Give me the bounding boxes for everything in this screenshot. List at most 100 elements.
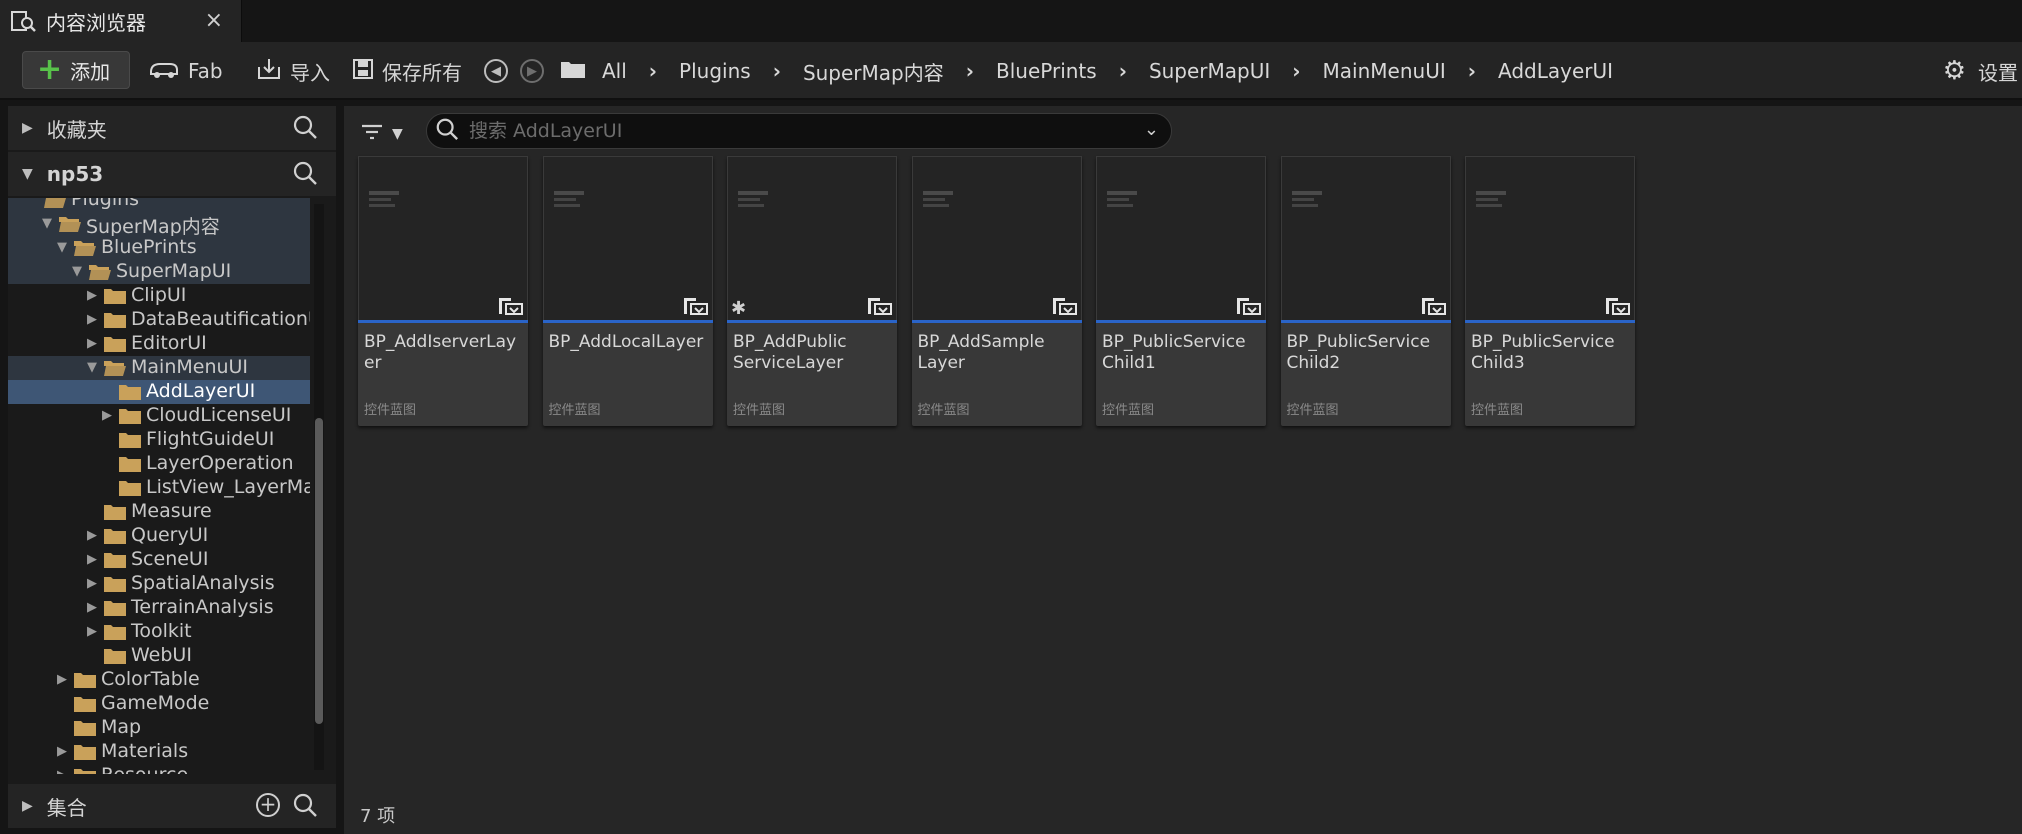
tree-item-webui[interactable]: WebUI — [8, 644, 310, 668]
filter-button[interactable]: ▼ — [360, 116, 406, 152]
folder-icon — [73, 743, 97, 761]
folder-icon[interactable] — [560, 59, 586, 83]
breadcrumb-supermap-content[interactable]: SuperMap内容 — [803, 57, 944, 86]
folder-open-icon — [43, 198, 67, 209]
settings-button[interactable]: ⚙ 设置 — [1943, 56, 2018, 86]
tree-item-plugins[interactable]: Plugins — [8, 198, 310, 212]
search-input[interactable] — [469, 120, 1119, 142]
folder-open-icon — [73, 239, 97, 257]
breadcrumb-blueprints[interactable]: BluePrints — [996, 59, 1097, 83]
chevron-right-icon[interactable]: › — [773, 59, 781, 83]
tree-item-spatialanalysis[interactable]: ▶ SpatialAnalysis — [8, 572, 310, 596]
tree-item-colortable[interactable]: ▶ ColorTable — [8, 668, 310, 692]
widget-blueprint-icon — [1236, 296, 1262, 320]
breadcrumb-plugins[interactable]: Plugins — [679, 59, 751, 83]
asset-tile[interactable]: BP_PublicService Child2 控件蓝图 — [1280, 156, 1451, 426]
tree-item-terrainanalysis[interactable]: ▶ TerrainAnalysis — [8, 596, 310, 620]
tree-item-sceneui[interactable]: ▶ SceneUI — [8, 548, 310, 572]
tree-item-queryui[interactable]: ▶ QueryUI — [8, 524, 310, 548]
save-icon — [352, 58, 374, 85]
chevron-right-icon[interactable]: › — [649, 59, 657, 83]
chevron-right-icon[interactable]: › — [966, 59, 974, 83]
tree-item-cloudlicenseui[interactable]: ▶ CloudLicenseUI — [8, 404, 310, 428]
asset-tile[interactable]: BP_AddIserverLayer 控件蓝图 — [358, 156, 528, 426]
tree-item-materials[interactable]: ▶ Materials — [8, 740, 310, 764]
favorites-header[interactable]: ▶ 收藏夹 — [8, 106, 336, 150]
folder-icon — [118, 431, 142, 449]
chevron-right-icon[interactable]: › — [1468, 59, 1476, 83]
tree-item-label: WebUI — [131, 644, 192, 666]
tree-item-supermap-[interactable]: ▼ SuperMap内容 — [8, 212, 310, 238]
tree-item-measure[interactable]: Measure — [8, 500, 310, 524]
asset-tile[interactable]: BP_AddSample Layer 控件蓝图 — [911, 156, 1082, 426]
expand-arrow-icon[interactable]: ▶ — [87, 336, 97, 351]
forward-icon[interactable]: ▶ — [520, 59, 544, 83]
import-button[interactable]: 导入 — [256, 56, 330, 86]
widget-preview-icon — [922, 191, 963, 217]
asset-tile[interactable]: BP_AddLocalLayer 控件蓝图 — [542, 156, 713, 426]
tree-item-map[interactable]: Map — [8, 716, 310, 740]
expand-arrow-icon[interactable]: ▶ — [87, 312, 97, 327]
asset-tile[interactable]: BP_PublicService Child3 控件蓝图 — [1465, 156, 1635, 426]
chevron-right-icon[interactable]: › — [1119, 59, 1127, 83]
breadcrumb-all[interactable]: All — [602, 59, 627, 83]
collapse-arrow-icon[interactable]: ▼ — [87, 360, 97, 375]
asset-name: BP_AddSample Layer — [917, 332, 1045, 373]
search-icon — [435, 117, 459, 145]
expand-arrow-icon[interactable]: ▶ — [57, 768, 67, 774]
tree-item-supermapui[interactable]: ▼ SuperMapUI — [8, 260, 310, 284]
breadcrumb-addlayerui[interactable]: AddLayerUI — [1498, 59, 1613, 83]
tree-item-flightguideui[interactable]: FlightGuideUI — [8, 428, 310, 452]
add-button[interactable]: + 添加 — [22, 51, 130, 89]
back-icon[interactable]: ◀ — [484, 59, 508, 83]
add-collection-icon[interactable]: + — [256, 793, 280, 817]
chevron-down-icon[interactable]: ⌄ — [1144, 119, 1159, 140]
asset-tile[interactable]: ✱ BP_AddPublic ServiceLayer 控件蓝图 — [727, 156, 897, 426]
tree-item-editorui[interactable]: ▶ EditorUI — [8, 332, 310, 356]
fab-button[interactable]: Fab — [148, 56, 223, 86]
tree-item-addlayerui[interactable]: AddLayerUI — [8, 380, 310, 404]
chevron-right-icon[interactable]: › — [1292, 59, 1300, 83]
tree-item-label: SuperMap内容 — [86, 216, 220, 238]
asset-name: BP_PublicService Child1 — [1102, 332, 1246, 373]
expand-arrow-icon[interactable]: ▶ — [87, 624, 97, 639]
tree-item-label: DataBeautificationU — [131, 308, 310, 330]
search-icon[interactable] — [292, 114, 318, 145]
save-all-button[interactable]: 保存所有 — [352, 56, 462, 86]
tree-item-listview-layerma[interactable]: ListView_LayerMa — [8, 476, 310, 500]
project-header[interactable]: ▼ np53 — [8, 152, 336, 196]
tab-content-browser[interactable]: 内容浏览器 × — [0, 0, 242, 42]
search-box[interactable]: ⌄ — [426, 113, 1172, 149]
asset-type-label: 控件蓝图 — [1286, 403, 1339, 418]
add-button-label: 添加 — [70, 59, 111, 84]
scrollbar-thumb[interactable] — [315, 418, 323, 724]
tree-item-databeautificationu[interactable]: ▶ DataBeautificationU — [8, 308, 310, 332]
tree-item-toolkit[interactable]: ▶ Toolkit — [8, 620, 310, 644]
tree-item-blueprints[interactable]: ▼ BluePrints — [8, 236, 310, 260]
asset-tile[interactable]: BP_PublicService Child1 控件蓝图 — [1096, 156, 1266, 426]
collapse-arrow-icon[interactable]: ▼ — [42, 216, 52, 231]
tree-scrollbar[interactable] — [314, 204, 324, 770]
gear-icon: ⚙ — [1942, 56, 1966, 86]
tree-item-gamemode[interactable]: GameMode — [8, 692, 310, 716]
collapse-arrow-icon[interactable]: ▼ — [57, 240, 67, 255]
breadcrumb-mainmenuui[interactable]: MainMenuUI — [1323, 59, 1446, 83]
breadcrumb-supermapui[interactable]: SuperMapUI — [1149, 59, 1270, 83]
expand-arrow-icon[interactable]: ▶ — [87, 576, 97, 591]
tree-item-layeroperation[interactable]: LayerOperation — [8, 452, 310, 476]
expand-arrow-icon[interactable]: ▶ — [87, 600, 97, 615]
search-icon[interactable] — [292, 160, 318, 191]
expand-arrow-icon[interactable]: ▶ — [57, 672, 67, 687]
expand-arrow-icon[interactable]: ▶ — [87, 528, 97, 543]
expand-arrow-icon[interactable]: ▶ — [87, 288, 97, 303]
search-icon[interactable] — [292, 792, 318, 823]
expand-arrow-icon[interactable]: ▶ — [57, 744, 67, 759]
close-icon[interactable]: × — [205, 8, 223, 33]
collapse-arrow-icon[interactable]: ▼ — [72, 264, 82, 279]
tree-item-mainmenuui[interactable]: ▼ MainMenuUI — [8, 356, 310, 380]
collections-header[interactable]: ▶ 集合 + — [8, 784, 336, 828]
tree-item-clipui[interactable]: ▶ ClipUI — [8, 284, 310, 308]
tree-item-resource[interactable]: ▶ Resource — [8, 764, 310, 774]
expand-arrow-icon[interactable]: ▶ — [87, 552, 97, 567]
expand-arrow-icon[interactable]: ▶ — [102, 408, 112, 423]
